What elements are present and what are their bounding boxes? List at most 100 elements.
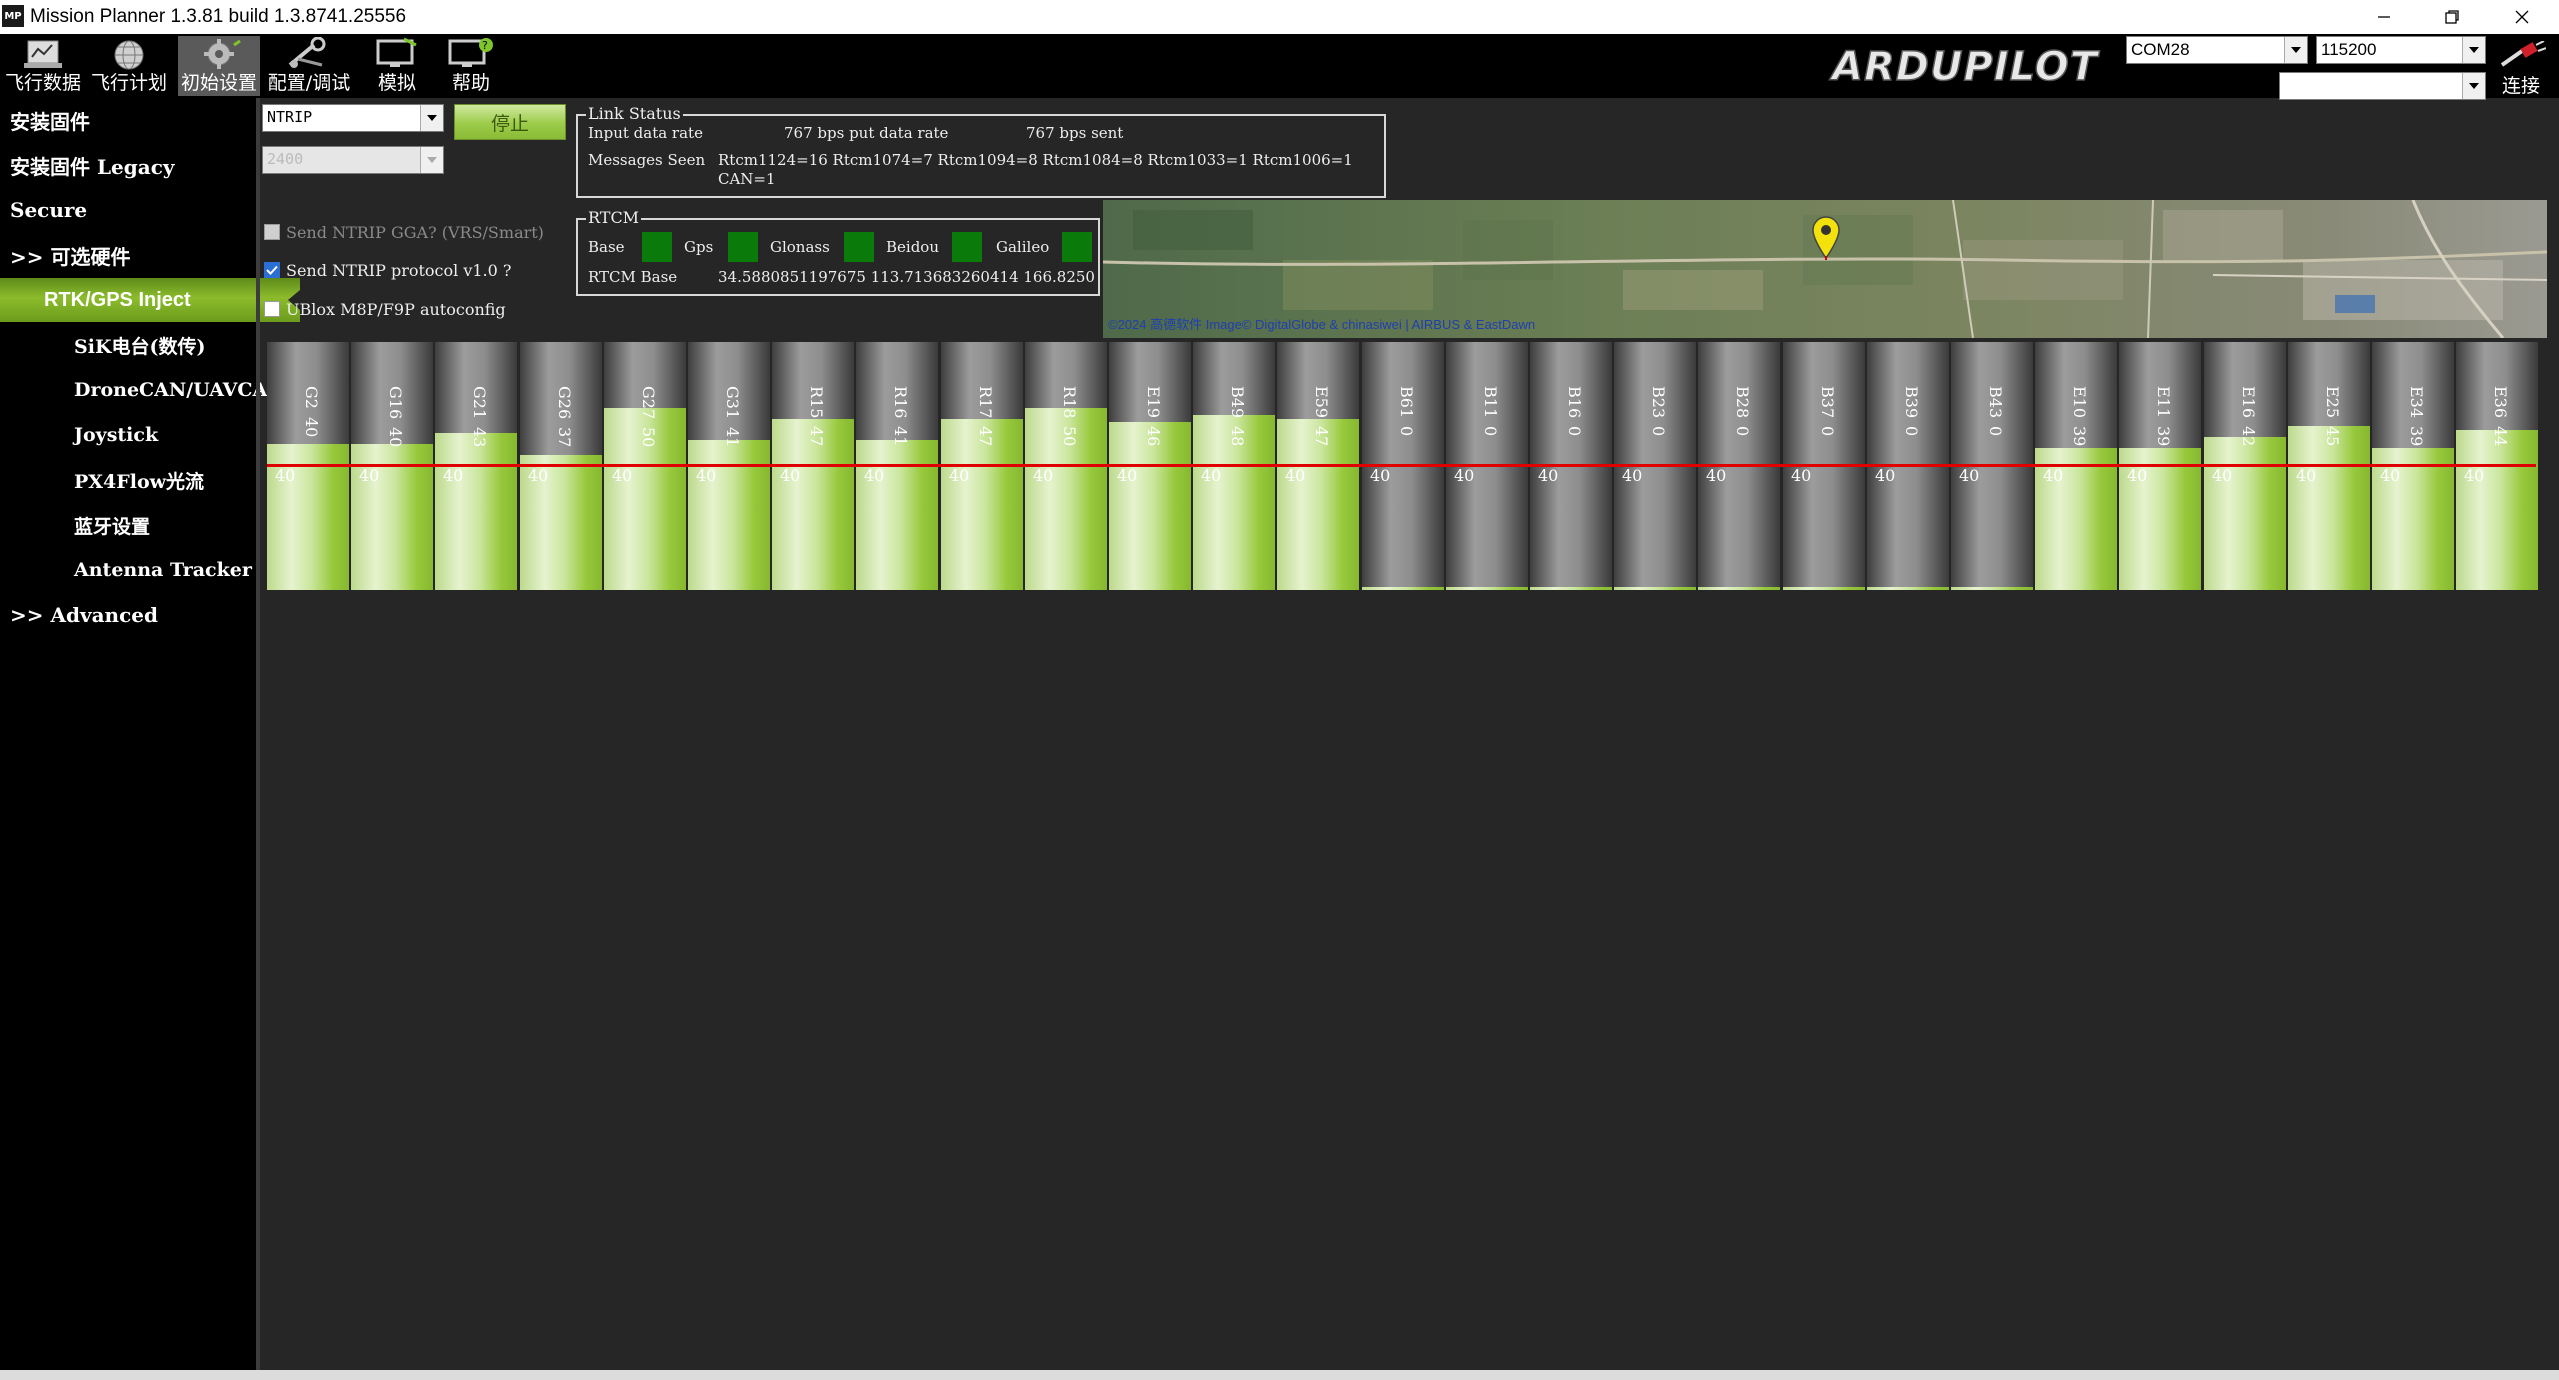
sidebar-item-dronecan[interactable]: DroneCAN/UAVCAN bbox=[0, 368, 285, 412]
satellite-reference-level: 40 bbox=[1791, 466, 1812, 485]
toolbar-flight-plan-button[interactable]: 飞行计划 bbox=[88, 36, 170, 96]
satellite-label: G2750 bbox=[638, 386, 658, 496]
ardupilot-logo: ARDUPILOT bbox=[1828, 43, 2099, 90]
connect-button[interactable]: 连接 bbox=[2488, 40, 2554, 98]
satellite-id: E34 bbox=[2407, 386, 2426, 419]
initial-setup-icon bbox=[189, 36, 249, 72]
stop-button[interactable]: 停止 bbox=[454, 104, 566, 140]
sidebar-item-label: >> Advanced bbox=[10, 603, 158, 627]
restore-button[interactable] bbox=[2420, 0, 2484, 34]
satellite-label: B39 0 bbox=[1901, 386, 1921, 496]
satellite-reference-level: 40 bbox=[1033, 466, 1054, 485]
sidebar-item-bluetooth[interactable]: 蓝牙设置 bbox=[0, 503, 256, 547]
satellite-id: B11 bbox=[1481, 386, 1500, 419]
toolbar-flight-data-button[interactable]: 飞行数据 bbox=[2, 36, 84, 96]
chevron-down-icon bbox=[2284, 37, 2307, 63]
rtcm-legend: RTCM bbox=[586, 208, 642, 228]
ublox-autoconfig-checkbox[interactable]: UBlox M8P/F9P autoconfig bbox=[264, 297, 506, 321]
satellite-snr-value: 40 bbox=[386, 427, 405, 448]
send-ntrip-v1-checkbox[interactable]: Send NTRIP protocol v1.0 ? bbox=[264, 258, 511, 282]
satellite-id: G21 bbox=[470, 386, 489, 420]
baud-rate-value: 115200 bbox=[2321, 40, 2377, 59]
toolbar-label: 模拟 bbox=[377, 72, 416, 94]
satellite-snr-value: 0 bbox=[1733, 426, 1752, 437]
sidebar-item-rtk-gps-inject[interactable]: RTK/GPS Inject bbox=[0, 278, 300, 322]
satellite-id: G27 bbox=[639, 386, 658, 420]
app-logo-icon: MP bbox=[2, 5, 24, 27]
satellite-snr-value: 39 bbox=[2154, 426, 2173, 447]
checkbox-label: Send NTRIP GGA? (VRS/Smart) bbox=[286, 222, 544, 242]
toolbar-simulation-button[interactable]: 模拟 bbox=[356, 36, 438, 96]
satellite-reference-level: 40 bbox=[2464, 466, 2485, 485]
satellite-snr-value: 39 bbox=[2070, 426, 2089, 447]
satellite-label: R1547 bbox=[806, 386, 826, 496]
minimize-button[interactable] bbox=[2352, 0, 2416, 34]
satellite-reference-level: 40 bbox=[1201, 466, 1222, 485]
baud-rate-select[interactable]: 115200 bbox=[2316, 36, 2486, 64]
satellite-snr-value: 0 bbox=[1397, 426, 1416, 437]
rtcm-base-status-led bbox=[642, 232, 672, 262]
toolbar-label: 初始设置 bbox=[180, 72, 257, 94]
sidebar-item-sik-radio[interactable]: SiK电台(数传) bbox=[0, 323, 256, 367]
sidebar-item-label: Antenna Tracker bbox=[74, 559, 252, 581]
sidebar-item-antenna-tracker[interactable]: Antenna Tracker bbox=[0, 548, 256, 592]
toolbar-help-button[interactable]: ? 帮助 bbox=[430, 36, 512, 96]
inject-source-value: NTRIP bbox=[267, 108, 313, 126]
sidebar-item-label: PX4Flow光流 bbox=[74, 470, 204, 493]
close-button[interactable] bbox=[2490, 0, 2554, 34]
satellite-label: B61 0 bbox=[1396, 386, 1416, 496]
satellite-label: E1946 bbox=[1143, 386, 1163, 496]
window-title-bar: MP Mission Planner 1.3.81 build 1.3.8741… bbox=[0, 0, 2559, 35]
satellite-label: E3644 bbox=[2490, 386, 2510, 496]
connection-options-select[interactable] bbox=[2279, 72, 2486, 100]
toolbar-label: 帮助 bbox=[451, 72, 490, 94]
satellite-snr-value: 42 bbox=[2239, 426, 2258, 447]
sidebar-item-label: SiK电台(数传) bbox=[74, 335, 206, 358]
sidebar-item-secure[interactable]: Secure bbox=[0, 188, 256, 232]
sidebar-item-px4flow[interactable]: PX4Flow光流 bbox=[0, 458, 256, 502]
satellite-snr-fill bbox=[1698, 587, 1780, 590]
toolbar-initial-setup-button[interactable]: 初始设置 bbox=[178, 36, 260, 96]
rtcm-base-label: RTCM Base bbox=[588, 268, 678, 286]
satellite-label: B16 0 bbox=[1564, 386, 1584, 496]
link-status-legend: Link Status bbox=[586, 104, 683, 124]
sidebar-item-label: DroneCAN/UAVCAN bbox=[74, 379, 285, 401]
satellite-id: E25 bbox=[2323, 386, 2342, 419]
com-port-select[interactable]: COM28 bbox=[2126, 36, 2308, 64]
satellite-label: E1642 bbox=[2238, 386, 2258, 496]
rtcm-glonass-status-led bbox=[844, 232, 874, 262]
satellite-snr-fill bbox=[1446, 587, 1528, 590]
simulation-icon bbox=[367, 36, 427, 72]
satellite-id: E59 bbox=[1312, 386, 1331, 419]
flight-plan-globe-icon bbox=[99, 36, 159, 72]
satellite-snr-fill bbox=[1867, 587, 1949, 590]
satellite-snr-fill bbox=[1530, 587, 1612, 590]
window-title: Mission Planner 1.3.81 build 1.3.8741.25… bbox=[30, 6, 407, 27]
checkbox-label: UBlox M8P/F9P autoconfig bbox=[286, 299, 506, 319]
rtcm-beidou-status-led bbox=[952, 232, 982, 262]
satellite-label: B28 0 bbox=[1732, 386, 1752, 496]
satellite-reference-level: 40 bbox=[696, 466, 717, 485]
satellite-reference-level: 40 bbox=[780, 466, 801, 485]
sidebar-item-optional-hardware[interactable]: >> 可选硬件 bbox=[0, 233, 256, 277]
satellite-label: B11 0 bbox=[1480, 386, 1500, 496]
inject-source-select[interactable]: NTRIP bbox=[262, 104, 444, 132]
satellite-id: B39 bbox=[1902, 386, 1921, 419]
messages-seen-value: Rtcm1124=16 Rtcm1074=7 Rtcm1094=8 Rtcm10… bbox=[718, 151, 1353, 169]
sidebar-item-install-firmware[interactable]: 安装固件 bbox=[0, 98, 256, 142]
toolbar-config-tuning-button[interactable]: 配置/调试 bbox=[268, 36, 350, 96]
toolbar-label: 配置/调试 bbox=[267, 72, 351, 94]
rtcm-led-label-galileo: Galileo bbox=[996, 238, 1050, 256]
sidebar-item-install-firmware-legacy[interactable]: 安装固件 Legacy bbox=[0, 143, 256, 187]
satellite-snr-fill bbox=[1783, 587, 1865, 590]
rtcm-led-label-glonass: Glonass bbox=[770, 238, 830, 256]
sidebar-item-advanced[interactable]: >> Advanced bbox=[0, 593, 256, 637]
svg-text:?: ? bbox=[482, 39, 488, 52]
setup-sidebar: 安装固件 安装固件 Legacy Secure >> 可选硬件 RTK/GPS … bbox=[0, 98, 300, 1370]
chevron-down-icon bbox=[420, 105, 443, 131]
toolbar-label: 飞行数据 bbox=[4, 72, 81, 94]
satellite-reference-level: 40 bbox=[949, 466, 970, 485]
satellite-snr-value: 47 bbox=[976, 426, 995, 447]
satellite-id: R16 bbox=[891, 386, 910, 419]
sidebar-item-joystick[interactable]: Joystick bbox=[0, 413, 256, 457]
